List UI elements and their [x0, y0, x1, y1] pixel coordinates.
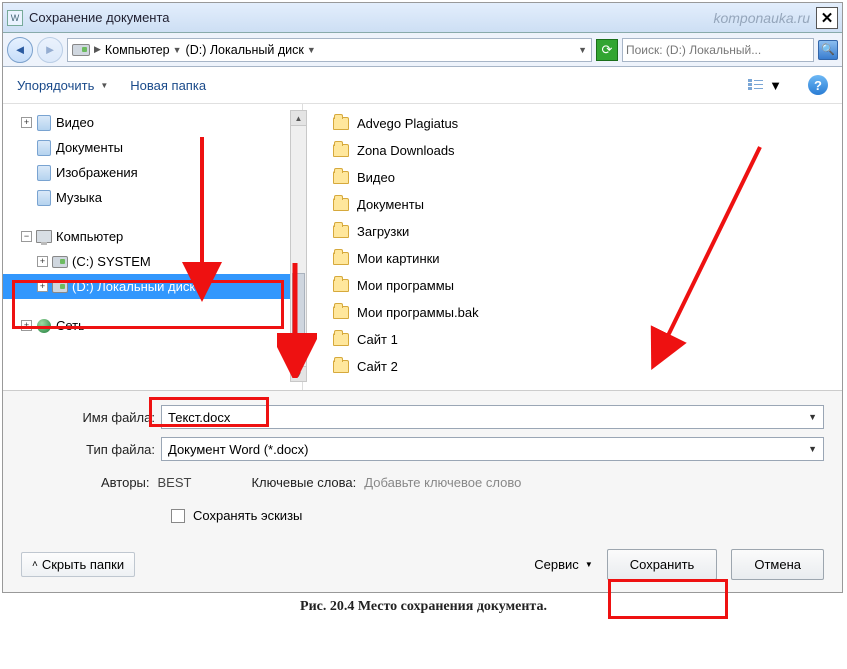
authors-value[interactable]: BEST — [158, 475, 192, 490]
view-list-icon — [747, 78, 765, 92]
folder-icon — [333, 225, 349, 238]
window-title: Сохранение документа — [29, 10, 170, 25]
app-icon: W — [7, 10, 23, 26]
keywords-hint[interactable]: Добавьте ключевое слово — [364, 475, 521, 490]
list-item[interactable]: Advego Plagiatus — [311, 110, 834, 137]
folder-icon — [333, 198, 349, 211]
filetype-label: Тип файла: — [21, 442, 161, 457]
list-item[interactable]: Zona Downloads — [311, 137, 834, 164]
tree-computer[interactable]: −Компьютер — [3, 224, 302, 249]
tree-lib-documents[interactable]: Документы — [3, 135, 302, 160]
folder-icon — [333, 117, 349, 130]
cancel-button[interactable]: Отмена — [731, 549, 824, 580]
search-button[interactable]: 🔍 — [818, 40, 838, 60]
filename-input[interactable]: Текст.docx▼ — [161, 405, 824, 429]
organize-menu[interactable]: Упорядочить▼ — [17, 78, 108, 93]
folder-icon — [333, 360, 349, 373]
chevron-up-icon: ˄ — [32, 559, 38, 570]
close-button[interactable]: ✕ — [816, 7, 838, 29]
nav-forward-button[interactable]: ► — [37, 37, 63, 63]
tree-lib-music[interactable]: Музыка — [3, 185, 302, 210]
view-options-button[interactable]: ▼ — [743, 76, 786, 95]
nav-bar: ◄ ► ▶ Компьютер▼ (D:) Локальный диск▼ ▼ … — [3, 33, 842, 67]
figure-caption: Рис. 20.4 Место сохранения документа. — [0, 599, 847, 615]
tree-lib-images[interactable]: Изображения — [3, 160, 302, 185]
toolbar: Упорядочить▼ Новая папка ▼ ? — [3, 67, 842, 104]
tree-scrollbar[interactable]: ▲ ▼ — [290, 110, 307, 382]
list-item[interactable]: Видео — [311, 164, 834, 191]
scroll-down-icon[interactable]: ▼ — [291, 366, 306, 381]
service-menu[interactable]: Сервис▼ — [534, 557, 592, 572]
folder-icon — [333, 144, 349, 157]
keywords-label: Ключевые слова: — [251, 475, 356, 490]
list-item[interactable]: Сайт 2 — [311, 353, 834, 380]
content-panes: +Видео Документы Изображения Музыка −Ком… — [3, 104, 842, 390]
tree-drive-d[interactable]: +(D:) Локальный диск — [3, 274, 302, 299]
tree-lib-video[interactable]: +Видео — [3, 110, 302, 135]
list-item[interactable]: Мои программы — [311, 272, 834, 299]
folder-icon — [333, 306, 349, 319]
save-thumbs-label: Сохранять эскизы — [193, 508, 302, 523]
save-thumbs-checkbox[interactable] — [171, 509, 185, 523]
save-button[interactable]: Сохранить — [607, 549, 718, 580]
file-list: Advego Plagiatus Zona Downloads Видео До… — [303, 104, 842, 390]
help-button[interactable]: ? — [808, 75, 828, 95]
save-dialog: W Сохранение документа komponauka.ru ✕ ◄… — [2, 2, 843, 593]
bottom-panel: Имя файла: Текст.docx▼ Тип файла: Докуме… — [3, 390, 842, 592]
breadcrumb[interactable]: ▶ Компьютер▼ (D:) Локальный диск▼ ▼ — [67, 38, 592, 62]
folder-icon — [333, 252, 349, 265]
search-input[interactable]: Поиск: (D:) Локальный... — [622, 38, 814, 62]
breadcrumb-computer[interactable]: Компьютер▼ — [105, 43, 182, 57]
refresh-button[interactable]: ⟳ — [596, 39, 618, 61]
watermark-text: komponauka.ru — [713, 10, 810, 26]
scroll-up-icon[interactable]: ▲ — [291, 111, 306, 126]
hide-folders-button[interactable]: ˄Скрыть папки — [21, 552, 135, 577]
breadcrumb-drive[interactable]: (D:) Локальный диск▼ — [186, 43, 316, 57]
search-placeholder: Поиск: (D:) Локальный... — [626, 43, 810, 57]
list-item[interactable]: Мои картинки — [311, 245, 834, 272]
list-item[interactable]: Сайт 1 — [311, 326, 834, 353]
scroll-thumb[interactable] — [292, 273, 305, 343]
drive-icon — [72, 44, 90, 56]
nav-tree: +Видео Документы Изображения Музыка −Ком… — [3, 104, 303, 390]
filetype-select[interactable]: Документ Word (*.docx)▼ — [161, 437, 824, 461]
folder-icon — [333, 171, 349, 184]
folder-icon — [333, 279, 349, 292]
authors-label: Авторы: — [101, 475, 150, 490]
filename-label: Имя файла: — [21, 410, 161, 425]
list-item[interactable]: Мои программы.bak — [311, 299, 834, 326]
chevron-right-icon: ▶ — [94, 44, 101, 55]
tree-drive-c[interactable]: +(C:) SYSTEM — [3, 249, 302, 274]
nav-back-button[interactable]: ◄ — [7, 37, 33, 63]
new-folder-button[interactable]: Новая папка — [130, 78, 206, 93]
breadcrumb-dropdown-icon[interactable]: ▼ — [578, 45, 587, 55]
tree-network[interactable]: +Сеть — [3, 313, 302, 338]
list-item[interactable]: Документы — [311, 191, 834, 218]
list-item[interactable]: Загрузки — [311, 218, 834, 245]
folder-icon — [333, 333, 349, 346]
titlebar: W Сохранение документа komponauka.ru ✕ — [3, 3, 842, 33]
